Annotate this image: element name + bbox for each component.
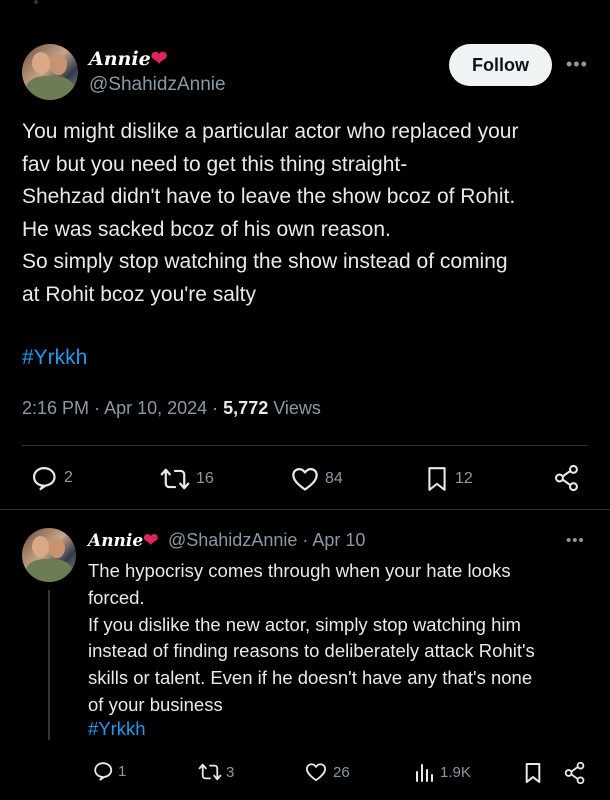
user-handle[interactable]: @ShahidzAnnie — [89, 74, 226, 96]
reply-button[interactable]: 2 — [30, 464, 73, 492]
tweet-text: You might dislike a particular actor who… — [22, 116, 592, 312]
reply-text-line: instead of finding reasons to deliberate… — [88, 640, 535, 662]
divider — [22, 445, 588, 446]
display-name[interactable]: Annie❤ — [89, 46, 167, 70]
reply-bookmark-button[interactable] — [524, 762, 542, 784]
tweet-text-line: at Rohit bcoz you're salty — [22, 282, 256, 306]
meta-separator: · — [302, 530, 313, 550]
reply-text-line: The hypocrisy comes through when your ha… — [88, 560, 511, 581]
reply-like-button[interactable]: 26 — [305, 762, 350, 782]
like-icon — [305, 763, 326, 782]
more-options-icon[interactable]: ••• — [566, 54, 588, 75]
reply-reply-count: 1 — [118, 762, 127, 780]
tweet-text-line: Shehzad didn't have to leave the show bc… — [22, 185, 516, 209]
reply-handle-line: @ShahidzAnnie · Apr 10 — [168, 530, 365, 551]
tweet-date[interactable]: Apr 10, 2024 — [104, 398, 207, 418]
bookmark-icon — [525, 763, 541, 783]
tweet-text-line: You might dislike a particular actor who… — [22, 120, 519, 143]
follow-button[interactable]: Follow — [449, 44, 552, 86]
bookmark-icon — [428, 467, 446, 491]
like-button[interactable]: 84 — [291, 466, 343, 492]
reply-icon — [32, 466, 56, 491]
meta-separator: · — [212, 398, 224, 418]
views-label: Views — [273, 398, 321, 418]
tweet-text-line: So simply stop watching the show instead… — [22, 250, 508, 274]
tweet-text-line: He was sacked bcoz of his own reason. — [22, 217, 391, 241]
reply-icon — [94, 762, 113, 781]
like-count: 84 — [325, 470, 343, 487]
reply-text-line: skills or talent. Even if he doesn't hav… — [88, 667, 533, 689]
top-edge-dot — [34, 0, 38, 4]
reply-views-count: 1.9K — [440, 763, 471, 781]
thread-line — [48, 590, 50, 740]
bookmark-button[interactable]: 12 — [425, 466, 473, 492]
meta-separator: · — [94, 398, 105, 418]
hashtag-link[interactable]: #Yrkkh — [22, 346, 87, 370]
reply-text-line: of your business — [88, 693, 223, 715]
tweet-time[interactable]: 2:16 PM — [22, 398, 89, 418]
top-edge — [0, 0, 610, 8]
like-icon — [292, 467, 318, 491]
share-icon — [564, 761, 585, 785]
reply-handle[interactable]: @ShahidzAnnie — [168, 530, 297, 550]
reply-share-button[interactable] — [564, 761, 586, 785]
reply-hashtag-link[interactable]: #Yrkkh — [88, 718, 146, 740]
reply-repost-count: 3 — [226, 763, 235, 781]
share-button[interactable] — [554, 464, 580, 492]
views-icon — [416, 764, 433, 782]
heart-emoji-icon: ❤ — [143, 530, 159, 551]
repost-count: 16 — [196, 470, 214, 487]
repost-icon — [198, 763, 222, 781]
reply-text-line: If you dislike the new actor, simply sto… — [88, 613, 521, 635]
reply-date[interactable]: Apr 10 — [312, 530, 365, 550]
avatar[interactable] — [22, 44, 78, 100]
reply-more-options-icon[interactable]: ••• — [566, 532, 585, 549]
reply-avatar[interactable] — [22, 528, 76, 582]
reply-count: 2 — [64, 469, 73, 486]
bookmark-count: 12 — [455, 470, 473, 487]
reply-views-button[interactable]: 1.9K — [414, 762, 471, 782]
reply-text: The hypocrisy comes through when your ha… — [88, 558, 598, 719]
reply-reply-button[interactable]: 1 — [92, 760, 126, 782]
repost-button[interactable]: 16 — [160, 466, 214, 492]
share-icon — [554, 464, 578, 492]
display-name-text: Annie — [89, 48, 151, 70]
reply-text-line: forced. — [88, 586, 145, 608]
reply-display-name[interactable]: Annie❤ — [88, 530, 158, 551]
reply-like-count: 26 — [333, 763, 350, 781]
repost-icon — [160, 468, 190, 490]
reply-display-name-text: Annie — [88, 531, 144, 551]
tweet-meta: 2:16 PM · Apr 10, 2024 · 5,772 Views — [22, 398, 321, 419]
tweet-text-line: fav but you need to get this thing strai… — [22, 152, 408, 176]
reply-repost-button[interactable]: 3 — [198, 762, 234, 782]
heart-emoji-icon: ❤ — [150, 46, 168, 70]
tweet-separator — [0, 509, 610, 510]
views-count: 5,772 — [223, 398, 269, 418]
